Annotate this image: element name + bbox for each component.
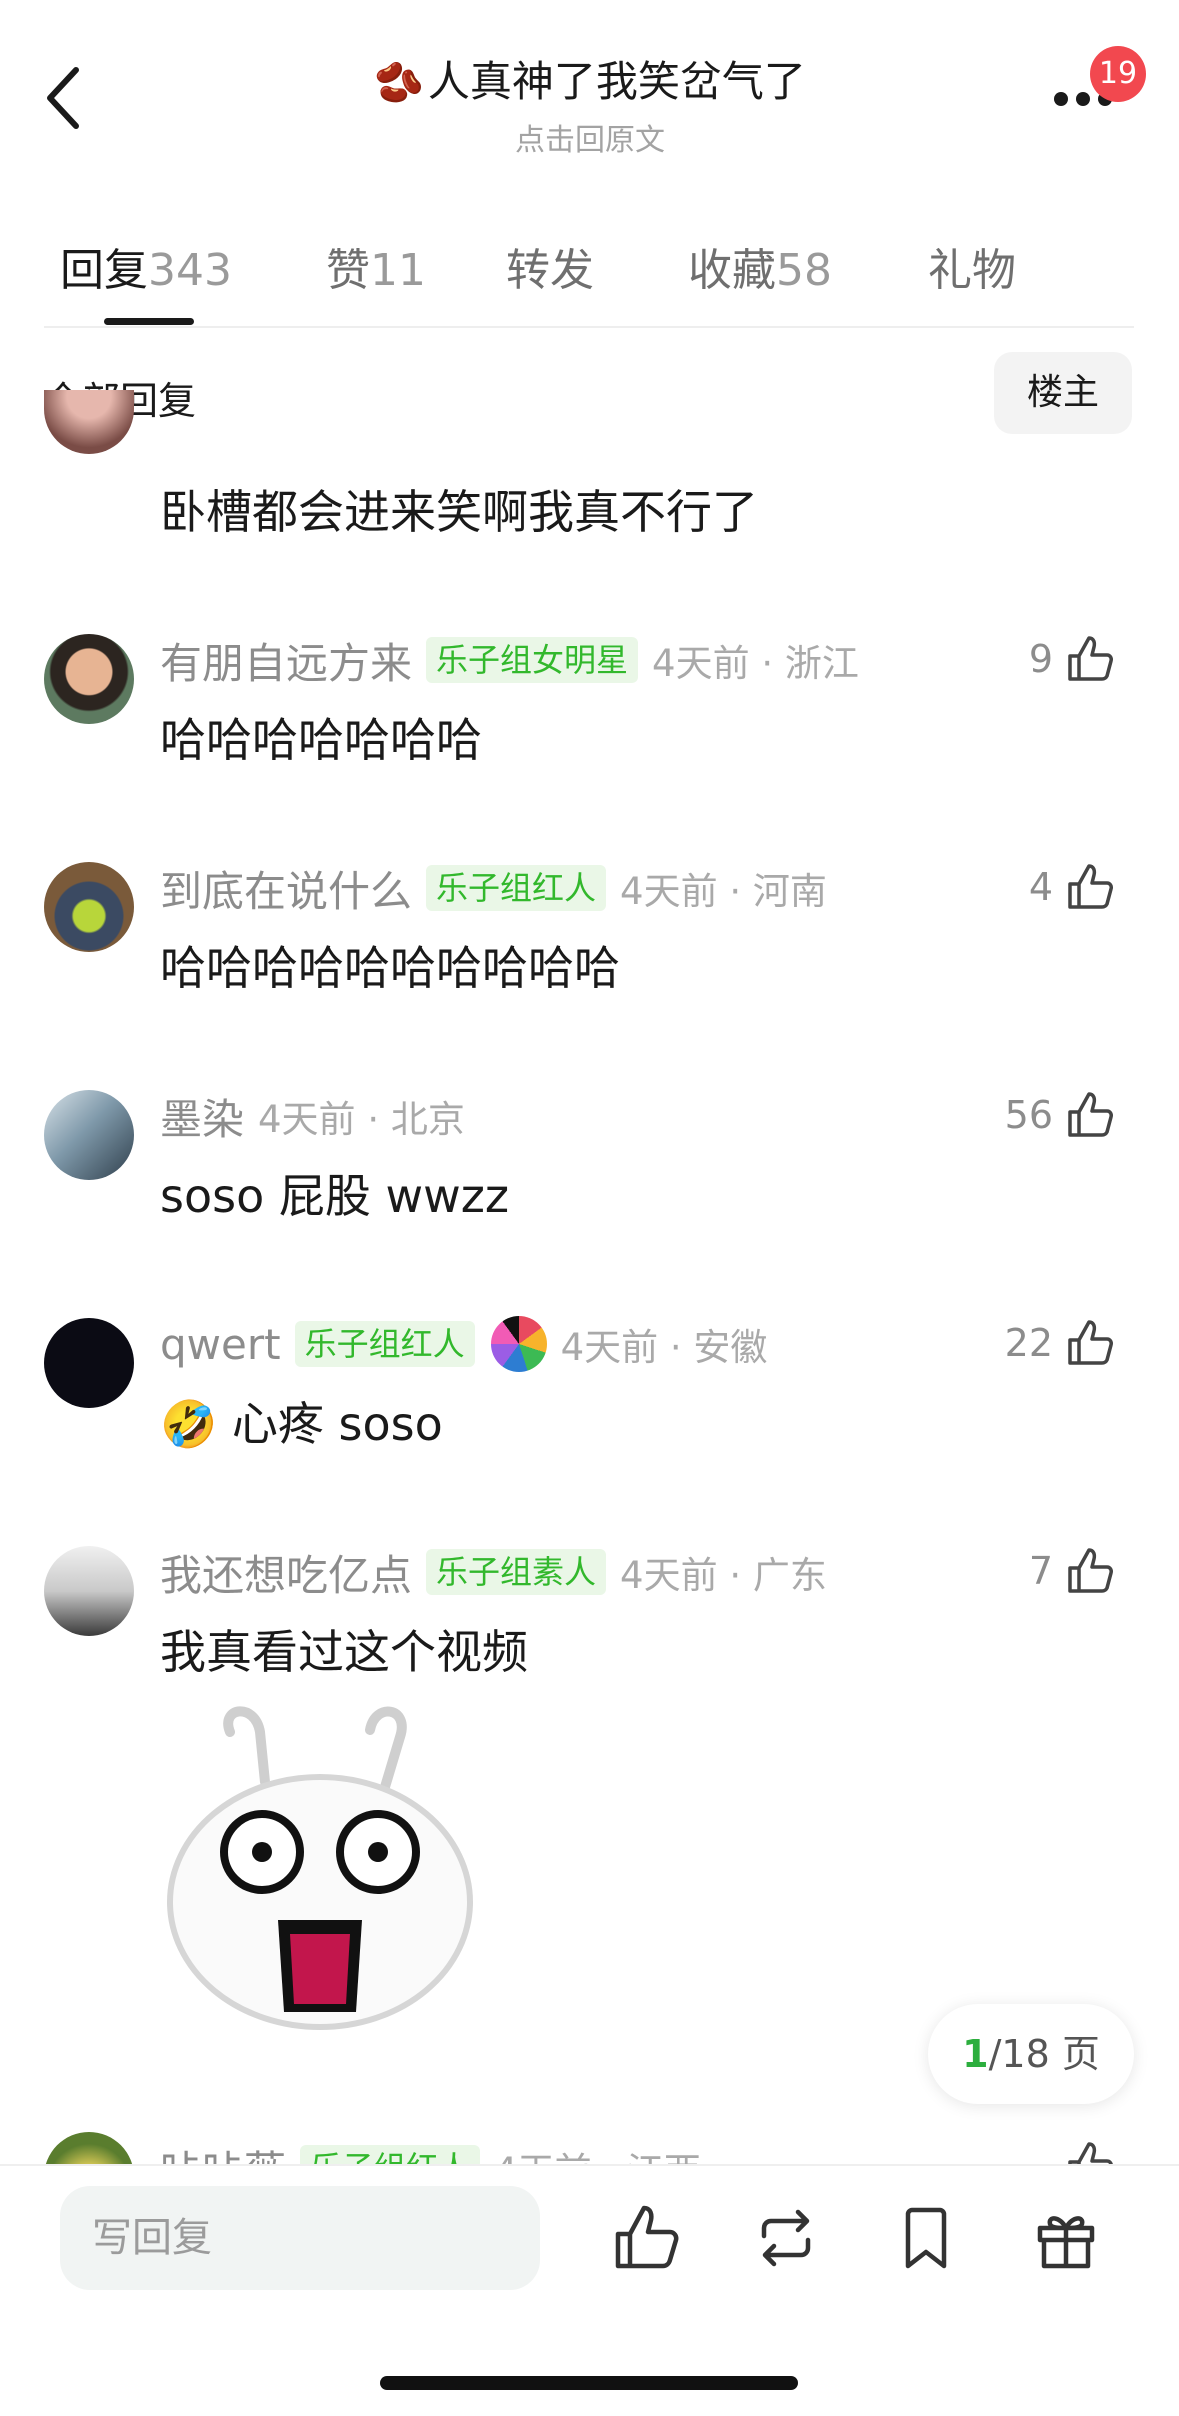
timestamp-location: 4天前 · 北京: [258, 1098, 465, 1141]
tab-label: 转发: [506, 245, 594, 296]
avatar[interactable]: [44, 862, 134, 952]
timestamp-location: 4天前 · 河南: [620, 870, 827, 913]
reply-input[interactable]: 写回复: [60, 2186, 540, 2290]
like-button[interactable]: 56: [1005, 1090, 1115, 1140]
divider: [44, 326, 1134, 328]
group-tag: 乐子组红人: [300, 2145, 481, 2164]
tab-label: 收藏: [688, 245, 776, 296]
like-count: 56: [1004, 1093, 1053, 1137]
thumbs-up-icon[interactable]: [610, 2202, 682, 2274]
comment-meta: 到底在说什么 乐子组红人 4天前 · 河南: [160, 858, 827, 918]
thumbs-up-icon: [1068, 1320, 1113, 1365]
like-count: 9: [1028, 637, 1053, 681]
group-tag: 乐子组红人: [426, 865, 607, 911]
tab-count: 58: [776, 245, 832, 296]
badge-emblem-icon: [490, 1316, 547, 1372]
comment-text: 哈哈哈哈哈哈哈哈哈哈: [160, 941, 620, 995]
group-tag: 乐子组素人: [426, 1549, 607, 1595]
post-title-text: 人真神了我笑岔气了: [427, 57, 806, 106]
comment-meta: qwert 乐子组红人 4天前 · 安徽: [160, 1314, 767, 1374]
like-button[interactable]: [1053, 2140, 1115, 2164]
gift-icon[interactable]: [1030, 2202, 1102, 2274]
tab-label: 礼物: [928, 245, 1016, 296]
tab-favorites[interactable]: 收藏58: [688, 234, 832, 298]
timestamp-location: 4天前 · 安徽: [560, 1326, 768, 1369]
like-button[interactable]: 7: [1029, 1546, 1115, 1596]
tab-likes[interactable]: 赞11: [326, 234, 426, 298]
thumbs-up-icon: [1068, 1092, 1113, 1137]
comment-text: 卧槽都会进来笑啊我真不行了: [160, 485, 758, 539]
tab-bar: 回复343 赞11 转发 收藏58 礼物: [0, 222, 1179, 325]
avatar[interactable]: [44, 1546, 134, 1636]
username[interactable]: 到底在说什么: [160, 858, 412, 919]
current-page: 1: [962, 2032, 989, 2076]
chevron-left-icon: [47, 67, 79, 129]
username[interactable]: 墨染: [160, 1086, 244, 1147]
comment-meta: 咔咔薇 乐子组红人 4天前 · 江西: [160, 2138, 701, 2164]
shocked-rabbit-sticker[interactable]: [160, 1702, 480, 2032]
comment-meta: 我还想吃亿点 乐子组素人 4天前 · 广东: [160, 1542, 827, 1602]
tab-count: 11: [370, 245, 426, 296]
comment-row[interactable]: 咔咔薇 乐子组红人 4天前 · 江西: [0, 2132, 1179, 2164]
beans-emoji: 🫘: [374, 60, 424, 106]
active-tab-indicator: [104, 318, 194, 325]
username[interactable]: 有朋自远方来: [160, 630, 412, 691]
tab-gifts[interactable]: 礼物: [928, 234, 1016, 298]
bookmark-icon[interactable]: [890, 2202, 962, 2274]
notification-badge: 19: [1090, 46, 1146, 102]
home-indicator[interactable]: [380, 2376, 798, 2390]
like-count: 22: [1004, 1321, 1053, 1365]
page-indicator[interactable]: 1/18 页: [928, 2004, 1134, 2104]
repost-icon[interactable]: [750, 2202, 822, 2274]
tab-count: 343: [148, 245, 232, 296]
username[interactable]: 我还想吃亿点: [160, 1542, 412, 1603]
avatar[interactable]: [44, 634, 134, 724]
comment-text: 哈哈哈哈哈哈哈: [160, 713, 482, 767]
comment-text: 我真看过这个视频: [160, 1625, 528, 1679]
post-link[interactable]: 🫘人真神了我笑岔气了 点击回原文: [300, 48, 880, 159]
like-count: 7: [1028, 1549, 1053, 1593]
username[interactable]: 咔咔薇: [160, 2138, 286, 2165]
like-button[interactable]: 4: [1029, 862, 1115, 912]
timestamp-location: 4天前 · 江西: [494, 2141, 701, 2164]
timestamp-location: 4天前 · 浙江: [652, 642, 859, 685]
group-tag: 乐子组红人: [294, 1321, 475, 1367]
more-dot-icon: [1076, 92, 1090, 106]
post-title: 🫘人真神了我笑岔气了: [300, 48, 880, 109]
thumbs-up-icon: [1068, 636, 1113, 681]
top-bar: 🫘人真神了我笑岔气了 点击回原文 19: [0, 0, 1179, 170]
comment-meta: 有朋自远方来 乐子组女明星 4天前 · 浙江: [160, 630, 859, 690]
comment-text: soso 屁股 wwzz: [160, 1169, 509, 1223]
comment-text: 🤣 心疼 soso: [160, 1397, 443, 1451]
total-pages: /18 页: [988, 2032, 1100, 2076]
tab-label: 赞: [326, 245, 370, 296]
tab-reposts[interactable]: 转发: [506, 234, 594, 298]
comment-meta: 墨染 4天前 · 北京: [160, 1086, 465, 1146]
tab-label: 回复: [60, 245, 148, 296]
avatar[interactable]: [44, 2132, 134, 2164]
like-count: 4: [1028, 865, 1053, 909]
bottom-action-bar: 写回复: [0, 2164, 1179, 2416]
group-tag: 乐子组女明星: [426, 637, 639, 683]
thumbs-up-icon: [1068, 1548, 1113, 1593]
timestamp-location: 4天前 · 广东: [620, 1554, 827, 1597]
owner-filter-button[interactable]: 楼主: [994, 352, 1132, 434]
avatar[interactable]: [44, 390, 134, 454]
avatar[interactable]: [44, 1090, 134, 1180]
back-to-original-link[interactable]: 点击回原文: [300, 115, 880, 159]
thumbs-up-icon: [1068, 864, 1113, 909]
username[interactable]: qwert: [160, 1320, 281, 1369]
like-button[interactable]: 9: [1029, 634, 1115, 684]
thumbs-up-icon: [1068, 2142, 1113, 2164]
avatar[interactable]: [44, 1318, 134, 1408]
like-button[interactable]: 22: [1005, 1318, 1115, 1368]
tab-replies[interactable]: 回复343: [60, 234, 232, 298]
back-button[interactable]: [40, 58, 90, 138]
more-dot-icon: [1054, 92, 1068, 106]
